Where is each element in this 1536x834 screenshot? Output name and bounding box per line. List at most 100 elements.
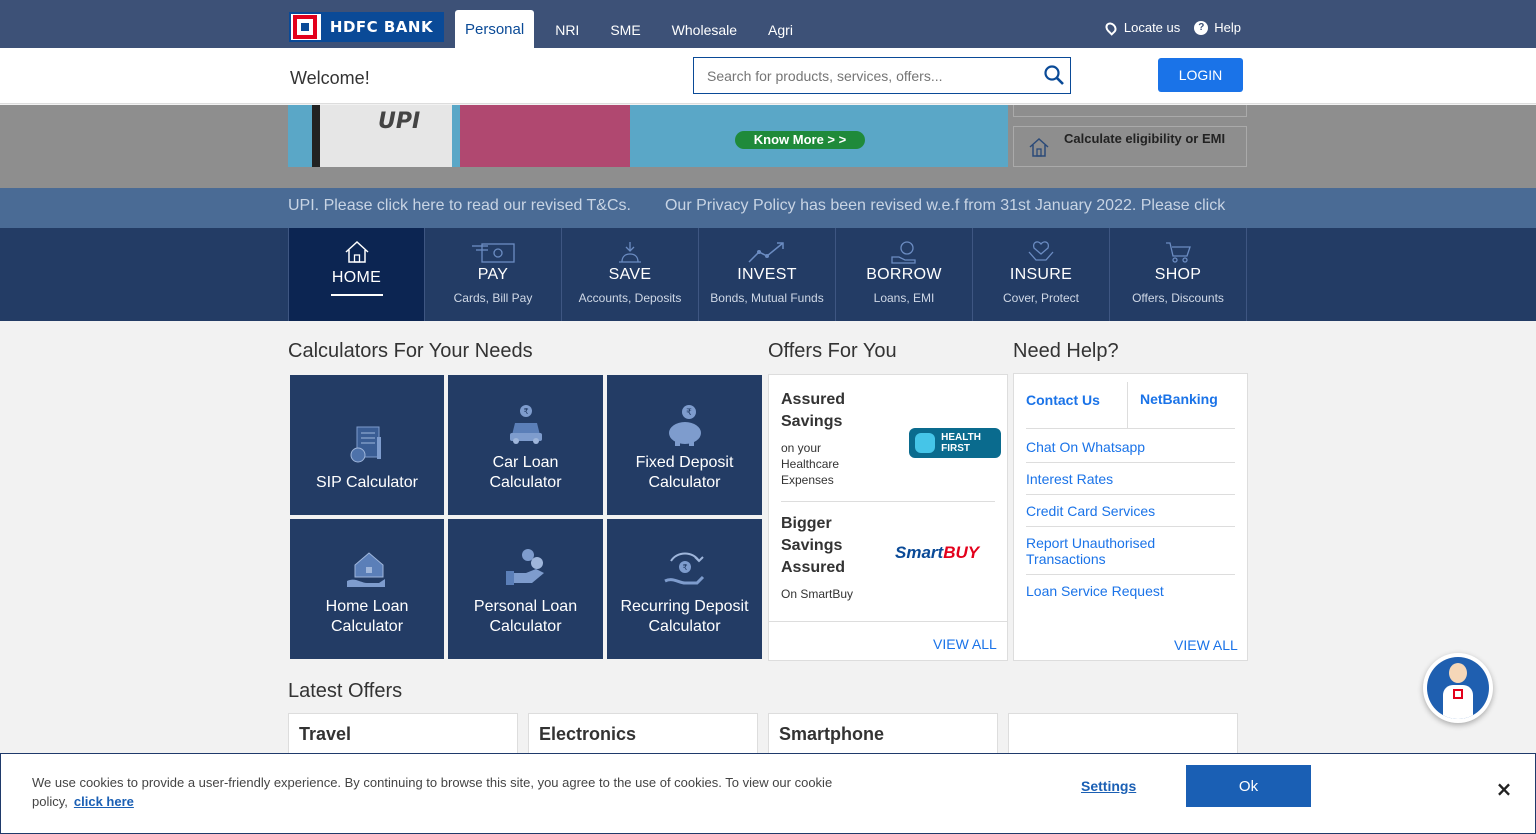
help-link-loan-service[interactable]: Loan Service Request <box>1026 575 1235 606</box>
car-icon: ₹ <box>509 405 542 444</box>
calculator-grid: SIP Calculator ₹ Car Loan Calculator ₹ F… <box>290 375 762 659</box>
health-first-logo: HEALTH FIRST <box>909 428 1001 458</box>
svg-text:₹: ₹ <box>523 407 528 416</box>
nav-items: HOME PAY Cards, Bill Pay SAVE Accounts, … <box>288 228 1247 321</box>
heart-icon <box>915 433 936 453</box>
welcome-text: Welcome! <box>290 68 370 88</box>
car-loan-calculator-tile[interactable]: ₹ Car Loan Calculator <box>448 375 603 515</box>
offer-title: Assured Savings <box>781 391 846 430</box>
smartbuy-logo-part: BUY <box>943 543 980 562</box>
cookie-policy-link[interactable]: click here <box>74 794 134 809</box>
promo-banner[interactable]: UPI Know More > > <box>288 105 1008 167</box>
help-link-report-unauthorised[interactable]: Report Unauthorised Transactions <box>1026 527 1235 575</box>
smartbuy-logo-part: Smart <box>895 543 944 562</box>
nav-save[interactable]: SAVE Accounts, Deposits <box>562 228 699 321</box>
svg-text:₹: ₹ <box>686 408 692 418</box>
offer-health[interactable]: Assured Savings on your Healthcare Expen… <box>781 389 1001 488</box>
need-help-title: Need Help? <box>1013 340 1119 362</box>
help-link-whatsapp[interactable]: Chat On Whatsapp <box>1026 431 1235 463</box>
recurring-deposit-calculator-tile[interactable]: ₹ Recurring Deposit Calculator <box>607 519 762 659</box>
tab-agri[interactable]: Agri <box>758 10 803 48</box>
know-more-button[interactable]: Know More > > <box>735 131 865 149</box>
nav-insure-label: INSURE <box>1009 266 1073 283</box>
home-loan-calculator-label: Home Loan Calculator <box>325 598 409 635</box>
personal-loan-calculator-tile[interactable]: Personal Loan Calculator <box>448 519 603 659</box>
nav-pay-label: PAY <box>477 266 509 283</box>
top-bar: HDFC BANK Personal NRI SME Wholesale Agr… <box>0 0 1536 48</box>
help-links-list: Chat On Whatsapp Interest Rates Credit C… <box>1026 431 1235 606</box>
nav-shop-sub: Offers, Discounts <box>1132 291 1224 305</box>
promo-person-image <box>460 105 630 167</box>
tab-netbanking[interactable]: NetBanking <box>1128 382 1218 428</box>
banner-side-box-top <box>1013 105 1247 117</box>
save-icon <box>619 242 641 263</box>
cookie-settings-button[interactable]: Settings <box>1081 778 1136 794</box>
help-link-credit-card[interactable]: Credit Card Services <box>1026 495 1235 527</box>
fixed-deposit-calculator-tile[interactable]: ₹ Fixed Deposit Calculator <box>607 375 762 515</box>
emi-text: Calculate eligibility or EMI <box>1064 131 1226 146</box>
search-input[interactable] <box>694 58 1024 93</box>
close-icon[interactable]: × <box>1494 779 1514 799</box>
logo-text: HDFC BANK <box>321 14 442 40</box>
nav-borrow[interactable]: BORROW Loans, EMI <box>836 228 973 321</box>
nav-active-underline <box>331 294 383 296</box>
nav-pay-sub: Cards, Bill Pay <box>453 291 533 305</box>
health-first-logo-text: HEALTH FIRST <box>941 432 981 454</box>
promo-phone-image: UPI <box>312 105 452 167</box>
location-pin-icon <box>1103 19 1119 36</box>
tab-contact-us[interactable]: Contact Us <box>1026 382 1128 428</box>
chatbot-button[interactable] <box>1423 653 1493 723</box>
tab-sme[interactable]: SME <box>600 10 650 48</box>
offers-title: Offers For You <box>768 340 897 362</box>
cookie-text: We use cookies to provide a user-friendl… <box>32 773 852 811</box>
piggy-bank-icon: ₹ <box>668 405 701 446</box>
sip-calculator-tile[interactable]: SIP Calculator <box>290 375 444 515</box>
calculators-title: Calculators For Your Needs <box>288 340 533 362</box>
nav-invest-sub: Bonds, Mutual Funds <box>710 291 824 305</box>
car-loan-calculator-label: Car Loan Calculator <box>489 454 562 491</box>
locate-us-link[interactable]: Locate us <box>1103 19 1180 36</box>
ticker-content[interactable]: UPI. Please click here to read our revis… <box>288 197 1246 215</box>
home-loan-calculator-tile[interactable]: Home Loan Calculator <box>290 519 444 659</box>
offer-divider <box>781 501 995 502</box>
document-chart-icon <box>350 426 381 463</box>
borrow-icon <box>891 241 916 264</box>
hdfc-logo[interactable]: HDFC BANK <box>289 12 444 42</box>
invest-icon <box>748 242 784 263</box>
nav-home[interactable]: HOME <box>289 228 425 321</box>
help-link[interactable]: ? Help <box>1194 20 1241 35</box>
ticker-item[interactable]: UPI. Please click here to read our revis… <box>288 197 631 214</box>
fixed-deposit-calculator-label: Fixed Deposit Calculator <box>635 454 734 491</box>
tab-personal[interactable]: Personal <box>455 10 535 48</box>
upi-logo: UPI <box>378 109 421 134</box>
home-icon <box>344 240 369 263</box>
cookie-ok-button[interactable]: Ok <box>1186 765 1311 807</box>
personal-loan-calculator-label: Personal Loan Calculator <box>473 598 578 635</box>
login-button[interactable]: LOGIN <box>1158 58 1243 92</box>
smartbuy-logo: SmartBUY <box>895 543 979 563</box>
latest-offers-title: Latest Offers <box>288 680 403 702</box>
ticker-item[interactable]: Our Privacy Policy has been revised w.e.… <box>665 197 1225 214</box>
help-link-interest-rates[interactable]: Interest Rates <box>1026 463 1235 495</box>
sub-header: Welcome! LOGIN <box>0 48 1536 104</box>
tab-wholesale[interactable]: Wholesale <box>662 10 747 48</box>
chatbot-avatar-icon <box>1427 657 1489 719</box>
help-view-all-link[interactable]: VIEW ALL <box>1174 637 1238 653</box>
cookie-message: We use cookies to provide a user-friendl… <box>32 775 833 809</box>
nav-insure[interactable]: INSURE Cover, Protect <box>973 228 1110 321</box>
question-icon: ? <box>1194 20 1209 35</box>
chatbot-face <box>1449 663 1467 683</box>
offers-view-all-link[interactable]: VIEW ALL <box>933 636 997 652</box>
tab-nri[interactable]: NRI <box>545 10 589 48</box>
emi-calculator-link[interactable]: Calculate eligibility or EMI <box>1013 126 1247 167</box>
search-icon[interactable] <box>1044 65 1064 85</box>
cookie-banner: We use cookies to provide a user-friendl… <box>0 753 1536 834</box>
offer-bottom-divider <box>769 621 1007 622</box>
main-navigation: HOME PAY Cards, Bill Pay SAVE Accounts, … <box>0 228 1536 321</box>
nav-home-label: HOME <box>331 269 382 286</box>
nav-invest[interactable]: INVEST Bonds, Mutual Funds <box>699 228 836 321</box>
nav-shop[interactable]: SHOP Offers, Discounts <box>1110 228 1247 321</box>
nav-pay[interactable]: PAY Cards, Bill Pay <box>425 228 562 321</box>
recurring-icon: ₹ <box>663 552 704 585</box>
nav-invest-label: INVEST <box>737 266 797 283</box>
